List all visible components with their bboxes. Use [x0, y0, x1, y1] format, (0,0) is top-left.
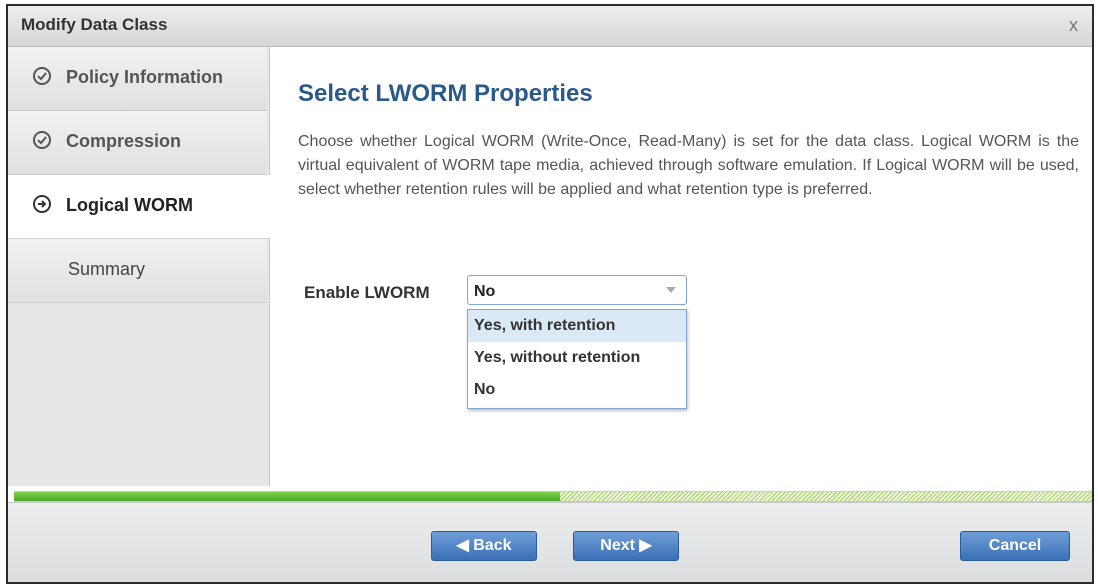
page-title: Select LWORM Properties	[298, 80, 593, 107]
option-yes-without-retention[interactable]: Yes, without retention	[468, 342, 686, 374]
next-button[interactable]: Next ▶	[573, 531, 679, 561]
sidebar-item-label: Summary	[68, 259, 146, 279]
description-text: Choose whether Logical WORM (Write-Once,…	[298, 133, 1079, 198]
check-circle-icon	[33, 67, 51, 85]
chevron-down-icon[interactable]	[666, 287, 676, 293]
close-icon[interactable]: x	[1069, 15, 1078, 36]
sidebar-item-label: Policy Information	[66, 67, 224, 87]
wizard-progress-bar	[14, 491, 1092, 502]
sidebar-item-compression[interactable]: Compression	[8, 111, 267, 175]
cancel-button[interactable]: Cancel	[960, 531, 1070, 561]
enable-lworm-select[interactable]: No	[467, 275, 687, 305]
option-no[interactable]: No	[468, 374, 686, 406]
dialog-title: Modify Data Class	[21, 15, 168, 34]
dialog-footer: ◀ Back Next ▶ Cancel	[8, 502, 1092, 582]
enable-lworm-label: Enable LWORM	[304, 283, 430, 302]
main-content: Select LWORM Properties Choose whether L…	[270, 47, 1092, 486]
back-button[interactable]: ◀ Back	[431, 531, 537, 561]
enable-lworm-dropdown: Yes, with retention Yes, without retenti…	[467, 309, 687, 409]
select-value: No	[474, 283, 496, 300]
sidebar-item-policy-information[interactable]: Policy Information	[8, 47, 267, 111]
sidebar-item-label: Compression	[66, 131, 182, 151]
modify-data-class-dialog: Modify Data Class x Policy Information C…	[6, 4, 1094, 584]
arrow-right-circle-icon	[33, 195, 51, 213]
title-bar: Modify Data Class x	[8, 6, 1092, 47]
option-yes-with-retention[interactable]: Yes, with retention	[468, 310, 686, 342]
check-circle-icon	[33, 131, 51, 149]
sidebar-item-label: Logical WORM	[66, 195, 193, 215]
sidebar-item-logical-worm[interactable]: Logical WORM	[8, 175, 270, 239]
sidebar-item-summary[interactable]: Summary	[8, 239, 267, 303]
progress-fill	[14, 492, 560, 501]
wizard-sidebar: Policy Information Compression Logical W…	[8, 47, 270, 486]
